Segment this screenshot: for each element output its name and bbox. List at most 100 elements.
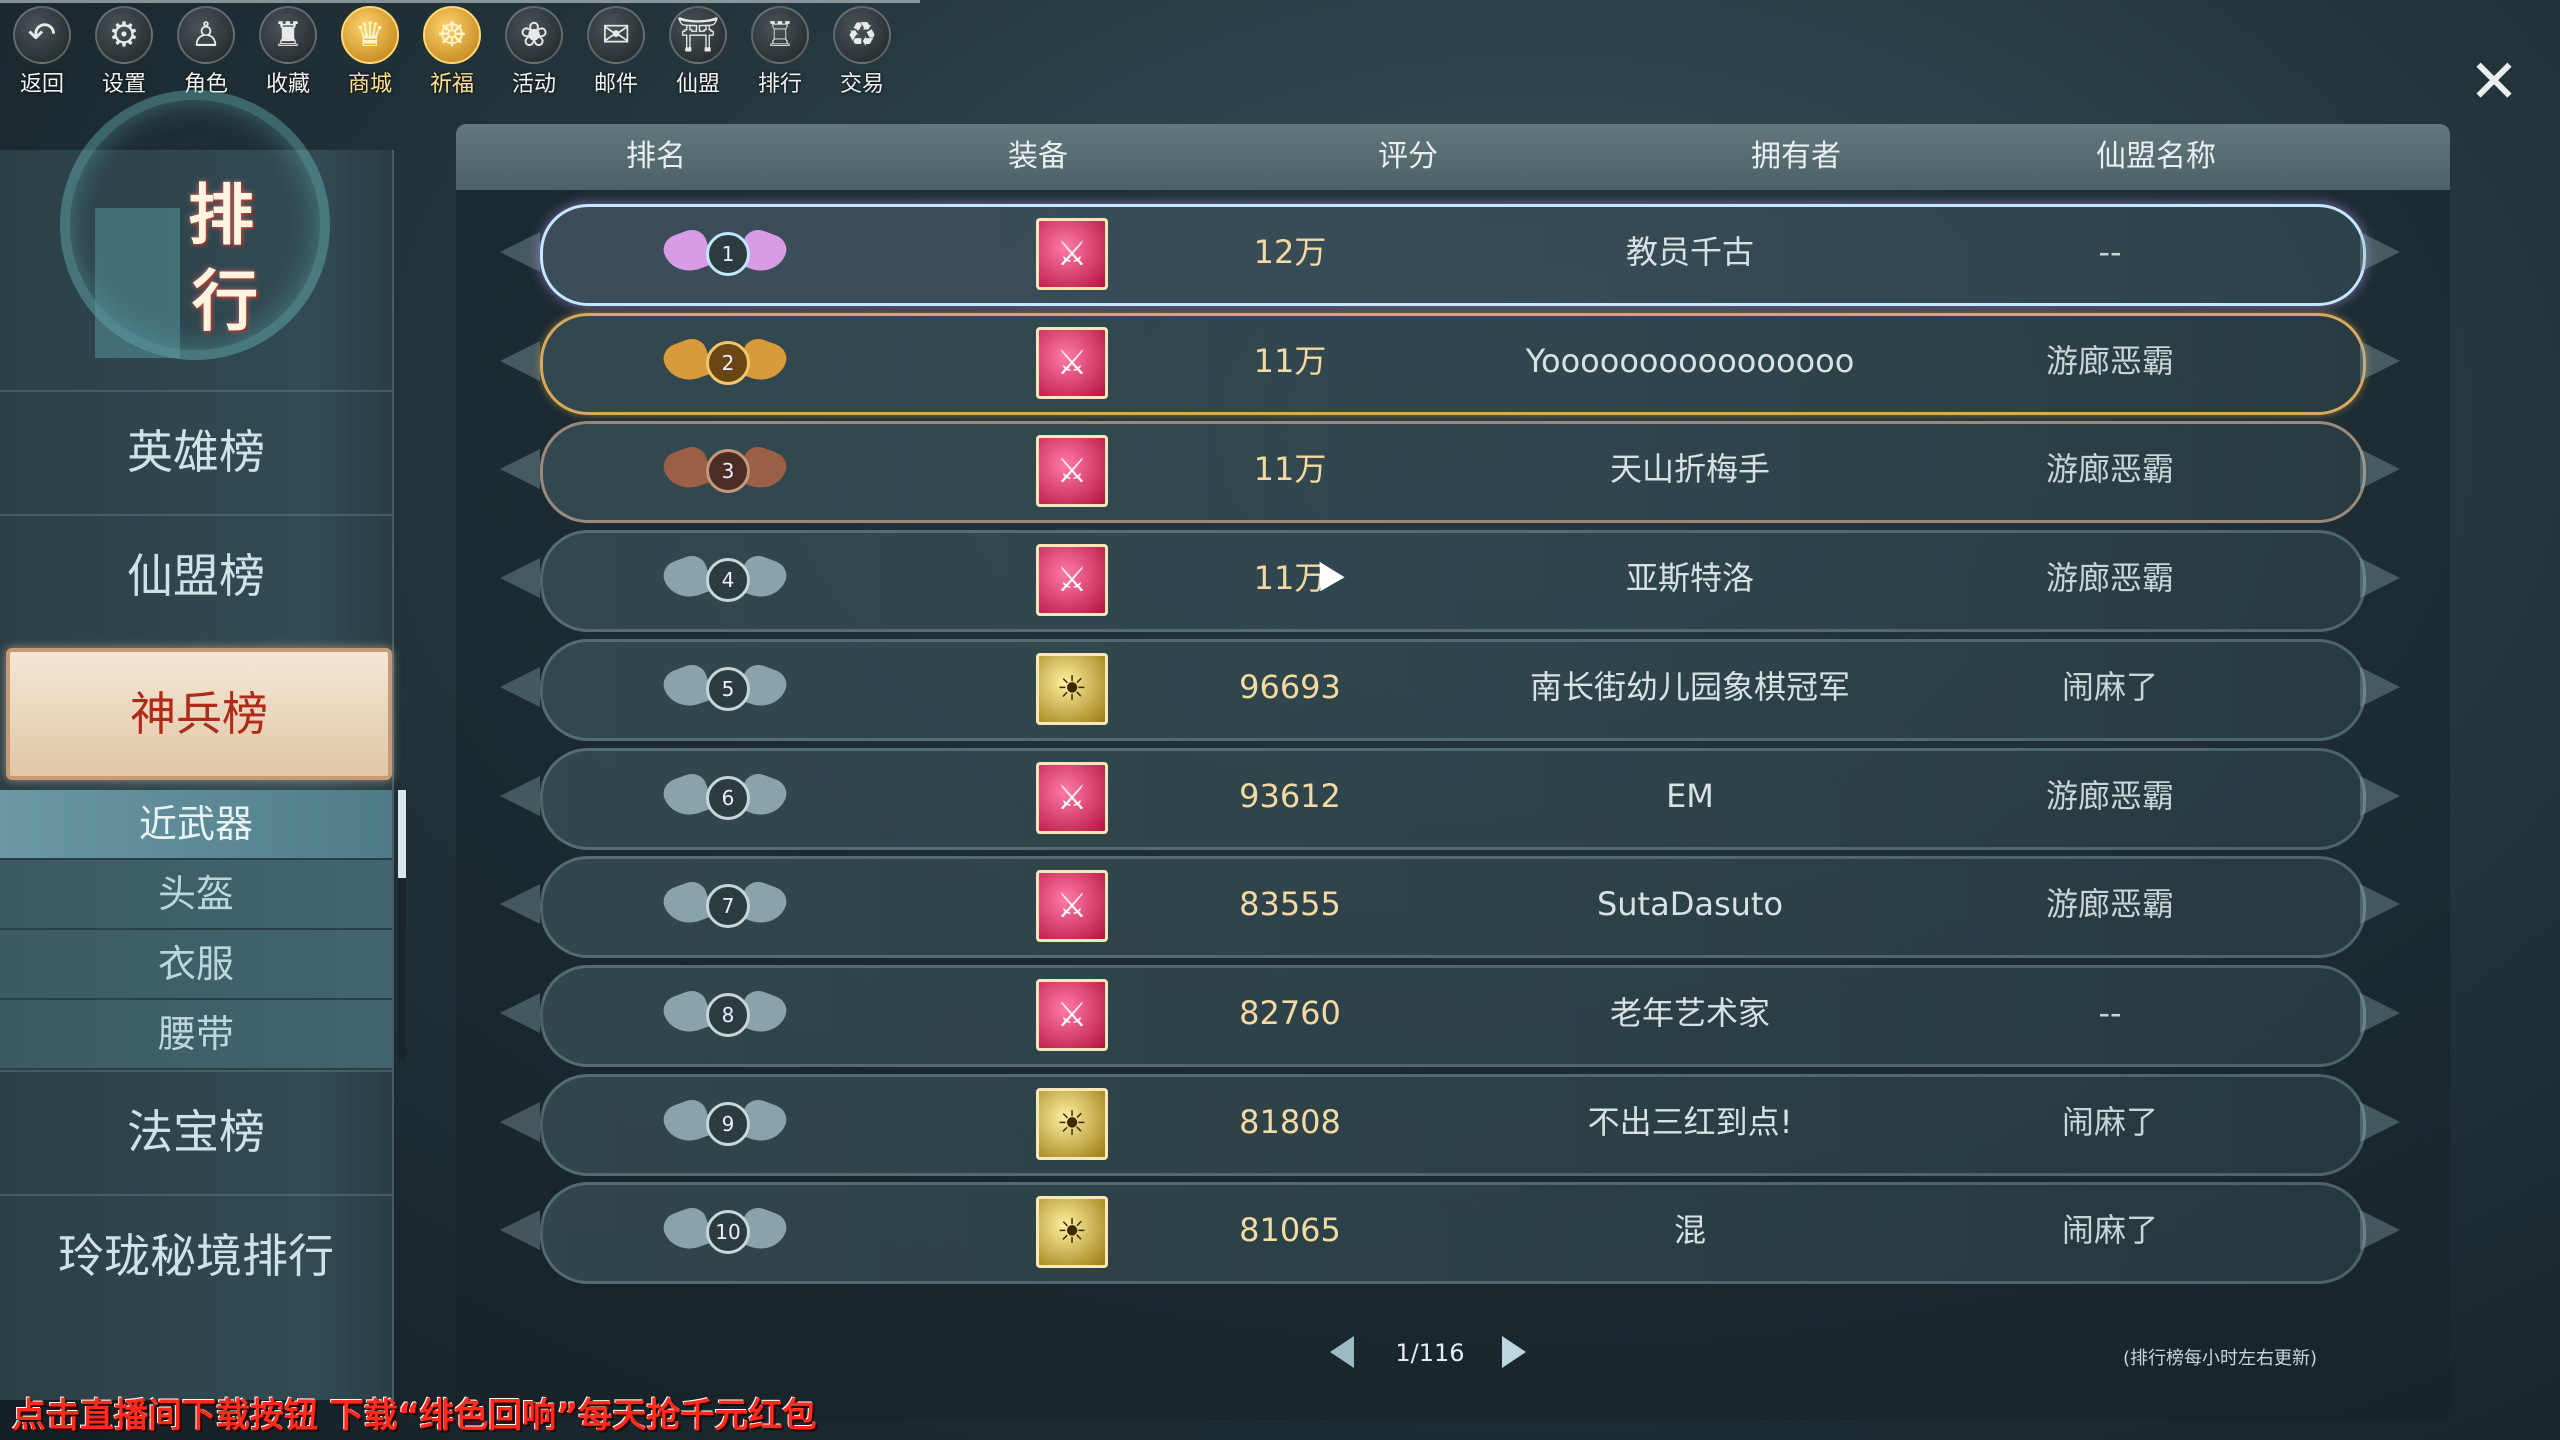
activity-fan-icon: ❀ [505, 6, 563, 64]
table-row[interactable]: 9 ☀ 81808 不出三红到点! 闹麻了 [500, 1074, 2400, 1176]
score-value: 93612 [1239, 777, 1341, 815]
menu-realm-rank[interactable]: 玲珑秘境排行 [0, 1194, 392, 1316]
rank-number: 1 [706, 232, 750, 276]
owner-name[interactable]: EM [1460, 748, 1920, 844]
row-right-ornament [2360, 1102, 2400, 1142]
header-rank: 排名 [626, 139, 686, 174]
equipment-icon[interactable]: ☀ [1036, 1088, 1108, 1160]
equipment-icon[interactable]: ⚔ [1036, 762, 1108, 834]
row-left-ornament [500, 667, 540, 707]
owner-name[interactable]: Yoooooooooooooooo [1460, 313, 1920, 409]
trade-button[interactable]: ♻ 交易 [826, 6, 898, 97]
equipment-icon[interactable]: ⚔ [1036, 327, 1108, 399]
collection-icon: ♜ [259, 6, 317, 64]
sub-helmet[interactable]: 头盔 [0, 860, 392, 930]
trade-label: 交易 [839, 72, 884, 97]
owner-name[interactable]: 教员千古 [1460, 204, 1920, 300]
table-row[interactable]: 6 ⚔ 93612 EM 游廊恶霸 [500, 748, 2400, 850]
table-row[interactable]: 5 ☀ 96693 南长街幼儿园象棋冠军 闹麻了 [500, 639, 2400, 741]
owner-name[interactable]: 混 [1460, 1182, 1920, 1278]
rank-number: 3 [706, 449, 750, 493]
score-value: 83555 [1239, 885, 1341, 923]
prev-page-button[interactable] [1330, 1336, 1354, 1368]
table-row[interactable]: 2 ⚔ 11万 Yoooooooooooooooo 游廊恶霸 [500, 313, 2400, 415]
close-button[interactable]: ✕ [2462, 50, 2526, 114]
header-equip: 装备 [1008, 139, 1068, 174]
guild-name: 游廊恶霸 [2045, 450, 2174, 488]
row-right-ornament [2360, 667, 2400, 707]
owner-name[interactable]: SutaDasuto [1460, 856, 1920, 952]
mail-label: 邮件 [593, 72, 638, 97]
row-right-ornament [2360, 232, 2400, 272]
equipment-icon[interactable]: ⚔ [1036, 435, 1108, 507]
title-char-hang: 行 [192, 262, 258, 340]
guild-name: 游廊恶霸 [2045, 777, 2174, 815]
sub-list-scroll-thumb[interactable] [398, 790, 406, 878]
guild-name: 游廊恶霸 [2045, 885, 2174, 923]
row-right-ornament [2360, 776, 2400, 816]
table-row[interactable]: 8 ⚔ 82760 老年艺术家 -- [500, 965, 2400, 1067]
score-value: 11万 [1253, 559, 1327, 597]
score-value: 82760 [1239, 994, 1341, 1032]
rank-number: 6 [706, 776, 750, 820]
sub-belt[interactable]: 腰带 [0, 1000, 392, 1070]
shop-button[interactable]: ♛ 商城 [334, 6, 406, 97]
rank-badge: 10 [659, 1196, 791, 1264]
table-row[interactable]: 7 ⚔ 83555 SutaDasuto 游廊恶霸 [500, 856, 2400, 958]
equipment-icon[interactable]: ⚔ [1036, 218, 1108, 290]
next-page-button[interactable] [1502, 1336, 1526, 1368]
menu-guild-rank[interactable]: 仙盟榜 [0, 514, 392, 636]
activity-button[interactable]: ❀ 活动 [498, 6, 570, 97]
rank-number: 7 [706, 884, 750, 928]
menu-weapon-rank[interactable]: 神兵榜 [6, 648, 392, 780]
owner-name[interactable]: 老年艺术家 [1460, 965, 1920, 1061]
score-value: 12万 [1253, 233, 1327, 271]
rank-badge: 9 [659, 1088, 791, 1156]
score-value: 11万 [1253, 450, 1327, 488]
guild-name: -- [2098, 994, 2122, 1032]
sub-melee-weapon[interactable]: 近武器 [0, 790, 392, 860]
owner-name[interactable]: 天山折梅手 [1460, 421, 1920, 517]
row-left-ornament [500, 341, 540, 381]
owner-name[interactable]: 不出三红到点! [1460, 1074, 1920, 1170]
equipment-icon[interactable]: ⚔ [1036, 870, 1108, 942]
row-right-ornament [2360, 449, 2400, 489]
row-left-ornament [500, 884, 540, 924]
equipment-icon[interactable]: ⚔ [1036, 544, 1108, 616]
sub-clothes[interactable]: 衣服 [0, 930, 392, 1000]
back-button[interactable]: ↶ 返回 [6, 6, 78, 97]
blessing-button[interactable]: ☸ 祈福 [416, 6, 488, 97]
row-left-ornament [500, 449, 540, 489]
collection-button[interactable]: ♜ 收藏 [252, 6, 324, 97]
mail-button[interactable]: ✉ 邮件 [580, 6, 652, 97]
equipment-icon[interactable]: ☀ [1036, 653, 1108, 725]
menu-treasure-rank[interactable]: 法宝榜 [0, 1070, 392, 1192]
menu-hero-rank[interactable]: 英雄榜 [0, 390, 392, 512]
equipment-icon[interactable]: ☀ [1036, 1196, 1108, 1268]
guild-name: -- [2098, 233, 2122, 271]
row-left-ornament [500, 232, 540, 272]
mail-crane-icon: ✉ [587, 6, 645, 64]
table-row[interactable]: 1 ⚔ 12万 教员千古 -- [500, 204, 2400, 306]
row-right-ornament [2360, 558, 2400, 598]
settings-button[interactable]: ⚙ 设置 [88, 6, 160, 97]
rank-badge: 1 [659, 218, 791, 286]
rank-badge: 7 [659, 870, 791, 938]
rank-number: 10 [706, 1210, 750, 1254]
guild-button[interactable]: ⛩ 仙盟 [662, 6, 734, 97]
rank-number: 9 [706, 1102, 750, 1146]
score-value: 96693 [1239, 668, 1341, 706]
table-row[interactable]: 3 ⚔ 11万 天山折梅手 游廊恶霸 [500, 421, 2400, 523]
equipment-icon[interactable]: ⚔ [1036, 979, 1108, 1051]
rank-badge: 3 [659, 435, 791, 503]
owner-name[interactable]: 南长街幼儿园象棋冠军 [1460, 639, 1920, 735]
table-row[interactable]: 10 ☀ 81065 混 闹麻了 [500, 1182, 2400, 1284]
owner-name[interactable]: 亚斯特洛 [1460, 530, 1920, 626]
character-button[interactable]: ♙ 角色 [170, 6, 242, 97]
ranking-button[interactable]: ♖ 排行 [744, 6, 816, 97]
gear-icon: ⚙ [95, 6, 153, 64]
table-row[interactable]: 4 ⚔ 11万 亚斯特洛 游廊恶霸 [500, 530, 2400, 632]
update-note: (排行榜每小时左右更新) [2122, 1348, 2318, 1369]
score-value: 11万 [1253, 342, 1327, 380]
ranking-icon: ♖ [751, 6, 809, 64]
